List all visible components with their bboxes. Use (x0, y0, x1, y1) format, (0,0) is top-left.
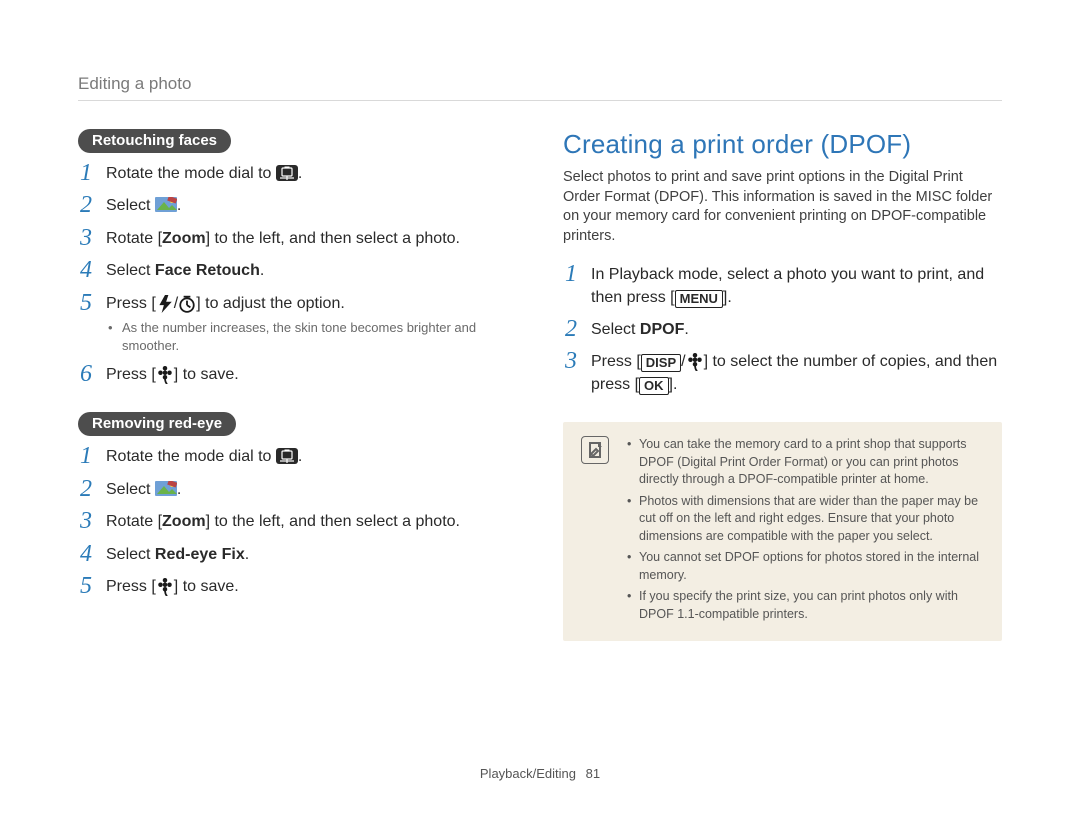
page-footer: Playback/Editing 81 (0, 766, 1080, 781)
note-item: If you specify the print size, you can p… (627, 588, 982, 623)
note-icon (581, 436, 609, 464)
step: Select Face Retouch. (78, 260, 517, 282)
step-text: ]. (723, 289, 732, 306)
picture-edit-icon (155, 481, 177, 497)
step: Select . (78, 195, 517, 217)
step-text: . (260, 262, 264, 279)
step-text: Select (106, 481, 155, 498)
step-text: Select (106, 546, 155, 563)
step-text: ] to the left, and then select a photo. (206, 513, 460, 530)
step-text: . (177, 481, 181, 498)
pill-retouching-faces: Retouching faces (78, 129, 231, 153)
step-text: ] to save. (174, 578, 239, 595)
disp-button-icon: DISP (641, 354, 681, 372)
right-column: Creating a print order (DPOF) Select pho… (563, 129, 1002, 641)
step-text: Select (106, 262, 155, 279)
menu-button-icon: MENU (675, 290, 723, 308)
step-text: . (684, 321, 688, 338)
flash-icon (156, 295, 174, 311)
step: Rotate the mode dial to . (78, 446, 517, 468)
pill-removing-red-eye: Removing red-eye (78, 412, 236, 436)
step-text: Rotate [ (106, 513, 162, 530)
step-text: Rotate the mode dial to (106, 448, 276, 465)
step-subnote: As the number increases, the skin tone b… (106, 319, 517, 354)
step-text: . (298, 448, 302, 465)
breadcrumb: Editing a photo (78, 74, 1002, 101)
step-bold: Face Retouch (155, 262, 260, 279)
step-text: Press [ (106, 578, 156, 595)
step: Press [DISP/] to select the number of co… (563, 351, 1002, 396)
steps-removing-red-eye: Rotate the mode dial to . Select . Rotat… (78, 446, 517, 598)
manual-page: Editing a photo Retouching faces Rotate … (0, 0, 1080, 815)
step-text: ]. (669, 376, 678, 393)
content-columns: Retouching faces Rotate the mode dial to… (78, 129, 1002, 641)
step-text: Press [ (106, 366, 156, 383)
timer-icon (178, 295, 196, 311)
step: Rotate [Zoom] to the left, and then sele… (78, 511, 517, 533)
step: Press [ ] to save. (78, 576, 517, 598)
step-bold: Zoom (162, 513, 206, 530)
steps-dpof: In Playback mode, select a photo you wan… (563, 264, 1002, 396)
section-title: Creating a print order (DPOF) (563, 129, 1002, 160)
flower-icon (156, 578, 174, 594)
step-text: Select (106, 197, 155, 214)
step: Rotate [Zoom] to the left, and then sele… (78, 228, 517, 250)
step: Select Red-eye Fix. (78, 544, 517, 566)
note-item: You cannot set DPOF options for photos s… (627, 549, 982, 584)
step-text: ] to the left, and then select a photo. (206, 230, 460, 247)
step: Rotate the mode dial to . (78, 163, 517, 185)
step-bold: DPOF (640, 321, 684, 338)
flower-icon (156, 366, 174, 382)
step-text: . (298, 165, 302, 182)
step: Select DPOF. (563, 319, 1002, 341)
steps-retouching-faces: Rotate the mode dial to . Select . Rotat… (78, 163, 517, 386)
footer-section: Playback/Editing (480, 766, 576, 781)
step: In Playback mode, select a photo you wan… (563, 264, 1002, 309)
step-text: Rotate [ (106, 230, 162, 247)
step-text: ] to adjust the option. (196, 295, 345, 312)
step-text: Select (591, 321, 640, 338)
flower-icon (686, 353, 704, 369)
note-item: You can take the memory card to a print … (627, 436, 982, 489)
step-text: Press [ (591, 353, 641, 370)
ok-button-icon: OK (639, 377, 669, 395)
section-intro: Select photos to print and save print op… (563, 168, 1002, 246)
step-text: Press [ (106, 295, 156, 312)
note-box: You can take the memory card to a print … (563, 422, 1002, 641)
footer-page-number: 81 (586, 766, 600, 781)
step-bold: Red-eye Fix (155, 546, 245, 563)
note-list: You can take the memory card to a print … (627, 436, 982, 623)
step: Press [ ] to save. (78, 364, 517, 386)
step-text: . (177, 197, 181, 214)
step-bold: Zoom (162, 230, 206, 247)
step: Press [/] to adjust the option. As the n… (78, 293, 517, 354)
left-column: Retouching faces Rotate the mode dial to… (78, 129, 517, 641)
mode-dial-icon (276, 448, 298, 464)
step-text: Rotate the mode dial to (106, 165, 276, 182)
picture-edit-icon (155, 197, 177, 213)
step-text: In Playback mode, select a photo you wan… (591, 266, 984, 305)
step-text: ] to save. (174, 366, 239, 383)
step: Select . (78, 479, 517, 501)
mode-dial-icon (276, 165, 298, 181)
step-text: . (245, 546, 249, 563)
note-item: Photos with dimensions that are wider th… (627, 493, 982, 546)
